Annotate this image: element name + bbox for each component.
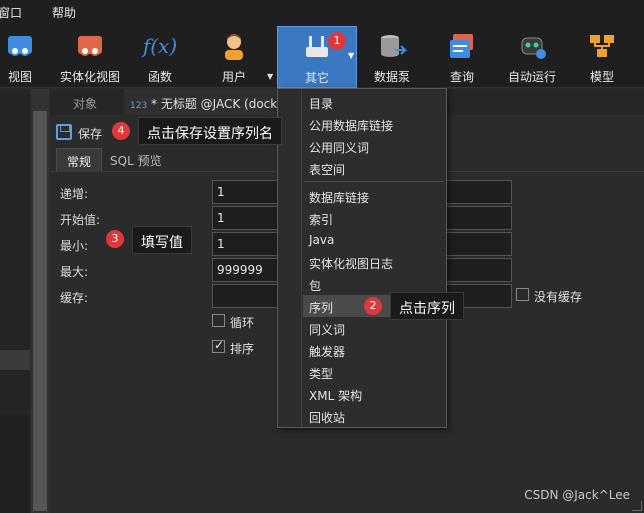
menu-item-index[interactable]: 索引 xyxy=(303,207,446,229)
toolbar: 视图 实体化视图 f(x) 函数 用户 ▼ 其它 ▼ 数据泵 查询 自动运行 模… xyxy=(0,22,644,88)
menu-item-tablespace[interactable]: 表空间 xyxy=(303,157,446,179)
menu-item-public-synonym[interactable]: 公用同义词 xyxy=(303,135,446,157)
sequence-tab-icon: 123 xyxy=(130,101,148,111)
materialized-view-icon xyxy=(78,36,102,56)
no-cache-checkbox[interactable] xyxy=(516,288,529,301)
user-icon xyxy=(225,34,243,60)
toolbar-data-pump-label: 数据泵 xyxy=(373,70,410,84)
menu-item-public-db-link[interactable]: 公用数据库链接 xyxy=(303,113,446,135)
increment-label: 递增: xyxy=(60,187,89,201)
callout-badge-3: 3 xyxy=(106,230,124,248)
menu-item-mview-log[interactable]: 实体化视图日志 xyxy=(303,251,446,273)
toolbar-materialized-view-label: 实体化视图 xyxy=(59,70,120,84)
menu-item-recycle-bin[interactable]: 回收站 xyxy=(303,405,446,427)
query-icon xyxy=(450,34,473,58)
toolbar-view-label: 视图 xyxy=(7,70,32,84)
toolbar-model-label: 模型 xyxy=(589,70,614,84)
menu-item-trigger[interactable]: 触发器 xyxy=(303,339,446,361)
order-label: 排序 xyxy=(230,342,255,356)
max-value-label: 最大: xyxy=(60,265,89,279)
toolbar-query-button[interactable]: 查询 xyxy=(442,28,482,86)
other-dropdown-arrow-icon[interactable]: ▼ xyxy=(348,51,354,60)
menu-item-db-link[interactable]: 数据库链接 xyxy=(303,185,446,207)
menu-help[interactable]: 帮助 xyxy=(52,4,76,21)
watermark: CSDN @Jack^Lee xyxy=(524,488,630,502)
callout-tip-3: 填写值 xyxy=(132,226,192,254)
menubar: 窗口 帮助 xyxy=(0,0,644,22)
user-dropdown-arrow-icon[interactable]: ▼ xyxy=(267,72,273,81)
toolbar-other-label: 其它 xyxy=(304,71,329,85)
toolbar-user-label: 用户 xyxy=(221,70,246,84)
no-cache-label: 没有缓存 xyxy=(534,290,583,304)
other-dropdown-menu: 目录 公用数据库链接 公用同义词 表空间 数据库链接 索引 Java 实体化视图… xyxy=(277,88,447,428)
cycle-checkbox[interactable] xyxy=(212,314,225,327)
data-pump-icon xyxy=(381,35,407,57)
resize-grip-icon[interactable] xyxy=(632,501,642,511)
callout-tip-2: 点击序列 xyxy=(390,292,464,320)
tab-untitled-query-label: * 无标题 @JACK (docke xyxy=(151,97,285,111)
save-button[interactable]: 保存 xyxy=(78,125,102,142)
view-icon xyxy=(8,36,32,56)
tab-general[interactable]: 常规 xyxy=(56,148,103,172)
toolbar-view-button[interactable]: 视图 xyxy=(0,28,40,86)
order-checkbox[interactable] xyxy=(212,338,225,353)
save-icon[interactable] xyxy=(56,124,72,140)
menu-item-directory[interactable]: 目录 xyxy=(303,91,446,113)
toolbar-query-label: 查询 xyxy=(449,70,474,84)
toolbar-user-button[interactable]: 用户 xyxy=(212,28,256,86)
menu-separator xyxy=(304,181,444,182)
left-navigator-selected-row[interactable] xyxy=(0,350,30,370)
tab-objects[interactable]: 对象 xyxy=(50,89,120,115)
toolbar-function-button[interactable]: f(x) 函数 xyxy=(138,28,182,86)
toolbar-model-button[interactable]: 模型 xyxy=(582,28,622,86)
function-icon: f(x) xyxy=(142,34,178,58)
callout-tip-4: 点击保存设置序列名 xyxy=(138,117,282,145)
toolbar-data-pump-button[interactable]: 数据泵 xyxy=(370,28,414,86)
callout-badge-1: 1 xyxy=(328,32,346,50)
toolbar-other-button[interactable]: 其它 ▼ xyxy=(277,26,357,88)
toolbar-materialized-view-button[interactable]: 实体化视图 xyxy=(56,28,124,86)
left-navigator-footer xyxy=(0,415,30,513)
menu-item-java[interactable]: Java xyxy=(303,229,446,251)
tab-sql-preview[interactable]: SQL 预览 xyxy=(100,148,172,172)
left-scrollbar[interactable] xyxy=(31,89,49,513)
start-value-label: 开始值: xyxy=(60,213,101,227)
toolbar-automation-button[interactable]: 自动运行 xyxy=(504,28,560,86)
robot-icon xyxy=(521,37,546,59)
toolbar-function-label: 函数 xyxy=(147,70,172,84)
cycle-label: 循环 xyxy=(230,316,255,330)
callout-badge-4: 4 xyxy=(112,122,130,140)
callout-badge-2: 2 xyxy=(364,297,382,315)
scrollbar-thumb[interactable] xyxy=(33,111,47,511)
menu-item-synonym[interactable]: 同义词 xyxy=(303,317,446,339)
model-icon xyxy=(590,35,614,57)
min-value-label: 最小: xyxy=(60,239,89,253)
menu-window[interactable]: 窗口 xyxy=(0,4,22,21)
menu-item-xml-schema[interactable]: XML 架构 xyxy=(303,383,446,405)
menu-item-type[interactable]: 类型 xyxy=(303,361,446,383)
toolbar-automation-label: 自动运行 xyxy=(507,70,556,84)
cache-label: 缓存: xyxy=(60,291,89,305)
